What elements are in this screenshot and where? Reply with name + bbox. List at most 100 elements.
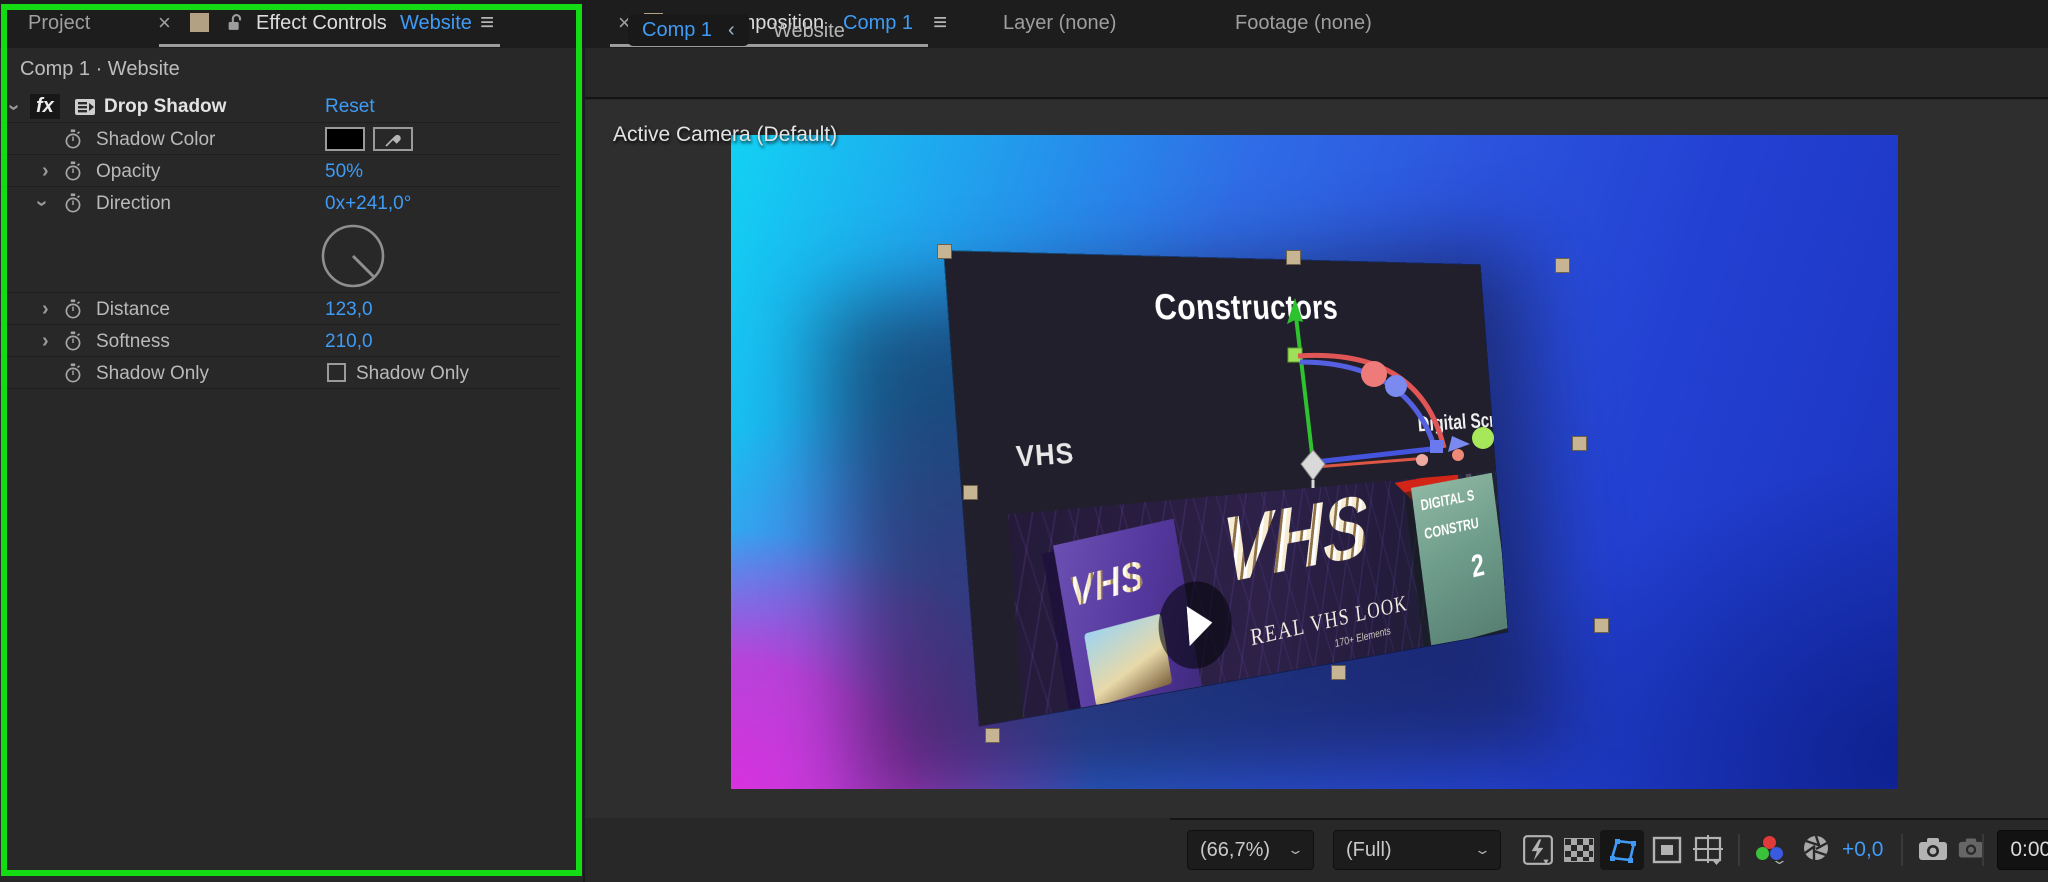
softness-label: Softness <box>96 331 170 352</box>
effect-header-row[interactable]: › fx Drop Shadow Reset <box>0 92 560 123</box>
show-snapshot-icon[interactable] <box>1958 837 1984 859</box>
grid-guides-icon[interactable] <box>1693 835 1725 865</box>
softness-expand-chevron-icon[interactable]: › <box>42 330 49 353</box>
vhs-big-text: VHS <box>1220 477 1370 604</box>
channel-select-icon[interactable]: ⌄ <box>1754 834 1789 867</box>
eyedropper-icon <box>383 129 403 149</box>
exposure-value[interactable]: +0,0 <box>1842 838 1883 862</box>
viewer-divider <box>585 97 2048 99</box>
composition-viewer[interactable]: Active Camera (Default) Constructors VHS… <box>585 100 2048 818</box>
chevron-down-icon: ⌄ <box>1473 842 1492 857</box>
magnification-value: (66,7%) <box>1200 838 1271 861</box>
distance-value[interactable]: 123,0 <box>325 299 373 321</box>
distance-expand-chevron-icon[interactable]: › <box>42 298 49 321</box>
effect-controls-breadcrumb: Comp 1 · Website <box>20 58 180 80</box>
active-camera-label: Active Camera (Default) <box>613 123 838 146</box>
reset-link[interactable]: Reset <box>325 96 375 118</box>
handle-top-left[interactable] <box>937 244 952 259</box>
opacity-label: Opacity <box>96 161 161 182</box>
effect-name: Drop Shadow <box>104 96 227 117</box>
handle-top-right[interactable] <box>1555 258 1570 273</box>
effect-collapse-chevron-icon[interactable]: › <box>2 104 25 111</box>
handle-bottom-right[interactable] <box>1594 618 1609 633</box>
tab-composition-target[interactable]: Comp 1 <box>843 12 913 35</box>
digital-box-line2: CONSTRU <box>1423 515 1480 544</box>
unlock-icon[interactable] <box>226 13 245 32</box>
play-icon <box>1186 602 1214 647</box>
direction-label: Direction <box>96 193 171 214</box>
direction-dial-area <box>0 219 560 293</box>
resolution-value: (Full) <box>1346 838 1392 861</box>
left-panel-tabbar: Project × Effect Controls Website ≡ <box>0 0 583 48</box>
shadow-only-row: Shadow Only Shadow Only <box>0 358 560 389</box>
tab-effect-controls-target[interactable]: Website <box>400 12 472 35</box>
project-tab-close-icon[interactable]: × <box>158 10 171 36</box>
handle-bottom-center[interactable] <box>1331 665 1346 680</box>
transparency-grid-icon[interactable] <box>1564 838 1594 862</box>
fx-badge[interactable]: fx <box>30 94 60 119</box>
mask-visibility-toggle[interactable] <box>1600 830 1644 870</box>
vhs-box-label: VHS <box>1066 552 1148 616</box>
comp-navigator-current[interactable]: Comp 1 <box>642 19 712 42</box>
stopwatch-icon[interactable] <box>64 193 82 213</box>
comp-navigator[interactable]: Comp 1 ‹ <box>628 14 749 46</box>
handle-bottom-left[interactable] <box>985 728 1000 743</box>
viewer-toolbar: (66,7%) ⌄ (Full) ⌄ ⌄ +0,0 0:00:07:14 <box>1170 818 2048 882</box>
panel-menu-icon[interactable]: ≡ <box>480 9 494 37</box>
stopwatch-icon[interactable] <box>64 331 82 351</box>
effect-icon <box>74 97 96 117</box>
softness-row: › Softness 210,0 <box>0 326 560 357</box>
direction-value[interactable]: 0x+241,0° <box>325 193 411 215</box>
tab-footage[interactable]: Footage (none) <box>1235 12 1372 35</box>
snapshot-camera-icon[interactable] <box>1918 837 1948 861</box>
digital-product-box: DIGITAL S CONSTRU 2 <box>1411 472 1508 649</box>
shadow-only-checkbox-label: Shadow Only <box>356 363 470 384</box>
effect-controls-panel: Project × Effect Controls Website ≡ Comp… <box>0 0 583 882</box>
tab-project[interactable]: Project <box>28 12 90 35</box>
banner-image: CH VHS VHS -51% REAL VHS LOOK 170+ Eleme… <box>1007 471 1508 718</box>
toolbar-separator <box>1982 834 1984 866</box>
toolbar-separator <box>1901 834 1903 866</box>
opacity-expand-chevron-icon[interactable]: › <box>42 160 49 183</box>
composition-canvas[interactable]: Constructors VHS Digital Scre CH VHS VHS… <box>731 135 1898 789</box>
stopwatch-icon[interactable] <box>64 363 82 383</box>
direction-collapse-chevron-icon[interactable]: › <box>30 200 53 207</box>
shadow-only-checkbox[interactable] <box>327 363 346 382</box>
stopwatch-icon[interactable] <box>64 129 82 149</box>
tab-layer[interactable]: Layer (none) <box>1003 12 1116 35</box>
mask-outline-icon <box>1605 835 1639 865</box>
timecode-display[interactable]: 0:00:07:14 <box>1997 830 2048 870</box>
panel-color-swatch[interactable] <box>190 13 209 32</box>
tagline-text: REAL VHS LOOK <box>1249 590 1409 651</box>
fast-previews-icon[interactable] <box>1522 834 1554 866</box>
stopwatch-icon[interactable] <box>64 299 82 319</box>
distance-label: Distance <box>96 299 170 320</box>
region-of-interest-icon[interactable] <box>1652 836 1682 864</box>
composition-panel: × Composition Comp 1 ≡ Layer (none) Foot… <box>585 0 2048 882</box>
tab-effect-controls[interactable]: Effect Controls <box>256 12 387 35</box>
comp-navigator-layer[interactable]: Website <box>773 20 845 43</box>
resolution-dropdown[interactable]: (Full) ⌄ <box>1333 830 1501 870</box>
chevron-down-icon: ⌄ <box>1770 852 1789 867</box>
magnification-dropdown[interactable]: (66,7%) ⌄ <box>1187 830 1314 870</box>
exposure-icon[interactable] <box>1802 834 1830 862</box>
shadow-color-row: Shadow Color <box>0 124 560 155</box>
shadow-only-label: Shadow Only <box>96 363 210 384</box>
chevron-down-icon: ⌄ <box>1286 842 1305 857</box>
handle-top-center[interactable] <box>1286 250 1301 265</box>
active-tab-underline <box>159 44 500 47</box>
3d-rotation-gizmo[interactable] <box>1270 290 1510 490</box>
direction-dial[interactable] <box>318 221 388 291</box>
shadow-color-label: Shadow Color <box>96 129 216 150</box>
stopwatch-icon[interactable] <box>64 161 82 181</box>
handle-right-center[interactable] <box>1572 436 1587 451</box>
eyedropper-button[interactable] <box>373 127 413 151</box>
handle-left-center[interactable] <box>963 485 978 500</box>
panel-menu-icon[interactable]: ≡ <box>933 9 947 37</box>
softness-value[interactable]: 210,0 <box>325 331 373 353</box>
distance-row: › Distance 123,0 <box>0 294 560 325</box>
shadow-color-chip[interactable] <box>325 127 365 151</box>
direction-row: › Direction 0x+241,0° <box>0 188 560 219</box>
opacity-value[interactable]: 50% <box>325 161 363 183</box>
comp-navigator-chevron-icon: ‹ <box>728 18 735 41</box>
